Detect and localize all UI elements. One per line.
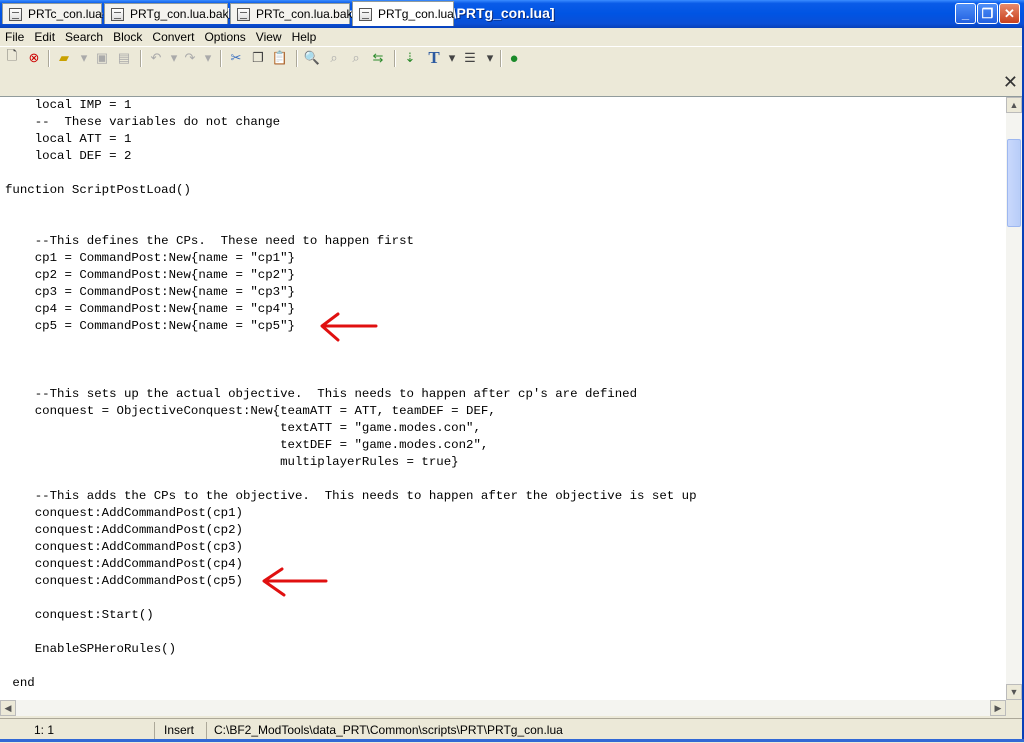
copy-icon[interactable]: ❐ xyxy=(250,50,266,66)
cut-icon[interactable]: ✂ xyxy=(228,50,244,66)
code-line: EnableSPHeroRules() xyxy=(5,642,177,656)
code-line: textATT = "game.modes.con", xyxy=(5,421,481,435)
tab-label: PRTg_con.lua.bak xyxy=(130,7,229,21)
restore-button[interactable]: ❐ xyxy=(977,3,998,24)
code-line: local ATT = 1 xyxy=(5,132,132,146)
tab-prtc-con-lua-bak[interactable]: PRTc_con.lua.bak xyxy=(230,3,353,24)
code-line: --This adds the CPs to the objective. Th… xyxy=(5,489,697,503)
find-icon[interactable]: 🔍 xyxy=(304,50,320,66)
file-icon xyxy=(111,7,124,21)
code-line: cp5 = CommandPost:New{name = "cp5"} xyxy=(5,319,295,333)
code-line: conquest = ObjectiveConquest:New{teamATT… xyxy=(5,404,496,418)
insert-icon[interactable]: ⇣ xyxy=(402,50,418,66)
code-line: multiplayerRules = true} xyxy=(5,455,459,469)
font-dropdown-icon[interactable]: ▾ xyxy=(444,50,460,66)
new-file-icon[interactable]: 🗋 xyxy=(4,48,20,66)
web-update-icon[interactable]: ● xyxy=(506,50,522,67)
insert-mode[interactable]: Insert xyxy=(160,722,207,739)
toolbar: 🗋 ⊗ ▰ ▾ ▣ ▤ ↶ ▾ ↷ ▾ ✂ ❐ 📋 🔍 ⌕ ⌕ ⇆ ⇣ T ▾ … xyxy=(0,46,1024,71)
menu-file[interactable]: File xyxy=(0,28,29,46)
close-button[interactable]: ✕ xyxy=(999,3,1020,24)
replace-icon[interactable]: ⇆ xyxy=(370,50,386,66)
tab-prtg-con-lua-bak[interactable]: PRTg_con.lua.bak xyxy=(104,3,229,24)
menu-help[interactable]: Help xyxy=(287,28,322,46)
code-line: conquest:Start() xyxy=(5,608,154,622)
file-icon xyxy=(9,7,22,21)
open-dropdown-icon[interactable]: ▾ xyxy=(76,50,92,66)
undo-icon[interactable]: ↶ xyxy=(148,50,164,66)
code-line: conquest:AddCommandPost(cp2) xyxy=(5,523,243,537)
scroll-left-button[interactable]: ◀ xyxy=(0,700,16,716)
code-line: conquest:AddCommandPost(cp1) xyxy=(5,506,243,520)
code-line: --This defines the CPs. These need to ha… xyxy=(5,234,414,248)
code-line: conquest:AddCommandPost(cp4) xyxy=(5,557,243,571)
menu-edit[interactable]: Edit xyxy=(29,28,60,46)
annotation-arrow xyxy=(262,567,328,597)
find-previous-icon[interactable]: ⌕ xyxy=(348,50,364,66)
paste-icon[interactable]: 📋 xyxy=(272,50,288,66)
close-tab-icon[interactable]: ✕ xyxy=(1003,73,1018,91)
code-line: local IMP = 1 xyxy=(5,98,132,112)
scroll-right-button[interactable]: ▶ xyxy=(990,700,1006,716)
undo-dropdown-icon[interactable]: ▾ xyxy=(166,50,182,66)
code-line: -- These variables do not change xyxy=(5,115,281,129)
code-line: conquest:AddCommandPost(cp3) xyxy=(5,540,243,554)
wrap-dropdown-icon[interactable]: ▾ xyxy=(482,50,498,66)
code-line: textDEF = "game.modes.con2", xyxy=(5,438,489,452)
scrollbar-corner xyxy=(1006,700,1022,716)
scroll-down-button[interactable]: ▼ xyxy=(1006,684,1022,700)
tab-bar xyxy=(0,70,1024,97)
word-wrap-icon[interactable]: ☰ xyxy=(462,50,478,66)
redo-dropdown-icon[interactable]: ▾ xyxy=(200,50,216,66)
save-icon[interactable]: ▣ xyxy=(94,50,110,66)
open-folder-icon[interactable]: ▰ xyxy=(56,50,72,66)
code-line: cp4 = CommandPost:New{name = "cp4"} xyxy=(5,302,295,316)
tab-label: PRTc_con.lua.bak xyxy=(256,7,353,21)
menu-bar: File Edit Search Block Convert Options View Hel… xyxy=(0,28,1024,46)
tab-prtc-con-lua[interactable]: PRTc_con.lua xyxy=(2,3,102,24)
annotation-arrow xyxy=(320,312,378,342)
vertical-scrollbar[interactable]: ▲ ▼ xyxy=(1006,97,1022,700)
code-line: cp1 = CommandPost:New{name = "cp1"} xyxy=(5,251,295,265)
menu-view[interactable]: View xyxy=(251,28,287,46)
code-line: --This sets up the actual objective. Thi… xyxy=(5,387,638,401)
menu-search[interactable]: Search xyxy=(60,28,108,46)
close-file-icon[interactable]: ⊗ xyxy=(26,50,42,66)
code-line: local DEF = 2 xyxy=(5,149,132,163)
redo-icon[interactable]: ↷ xyxy=(182,50,198,66)
cursor-position: 1: 1 xyxy=(30,722,155,739)
code-line: cp2 = CommandPost:New{name = "cp2"} xyxy=(5,268,295,282)
font-icon[interactable]: T xyxy=(426,48,442,67)
code-line: function ScriptPostLoad() xyxy=(5,183,191,197)
tab-prtg-con-lua[interactable]: PRTg_con.lua xyxy=(352,1,454,26)
menu-options[interactable]: Options xyxy=(199,28,250,46)
tab-label: PRTc_con.lua xyxy=(28,7,102,21)
code-line: cp3 = CommandPost:New{name = "cp3"} xyxy=(5,285,295,299)
scroll-up-button[interactable]: ▲ xyxy=(1006,97,1022,113)
menu-block[interactable]: Block xyxy=(108,28,147,46)
code-editor[interactable]: local IMP = 1 -- These variables do not … xyxy=(0,97,1006,700)
horizontal-scrollbar[interactable]: ◀ ▶ xyxy=(0,700,1006,716)
file-icon xyxy=(359,7,372,21)
code-line: end xyxy=(5,676,35,690)
save-all-icon[interactable]: ▤ xyxy=(116,50,132,66)
find-next-icon[interactable]: ⌕ xyxy=(326,50,342,66)
minimize-button[interactable]: _ xyxy=(955,3,976,24)
file-path: C:\BF2_ModTools\data_PRT\Common\scripts\… xyxy=(214,723,563,737)
tab-label: PRTg_con.lua xyxy=(378,7,454,21)
file-icon xyxy=(237,7,250,21)
scroll-thumb[interactable] xyxy=(1007,139,1021,227)
code-line: conquest:AddCommandPost(cp5) xyxy=(5,574,243,588)
menu-convert[interactable]: Convert xyxy=(147,28,199,46)
